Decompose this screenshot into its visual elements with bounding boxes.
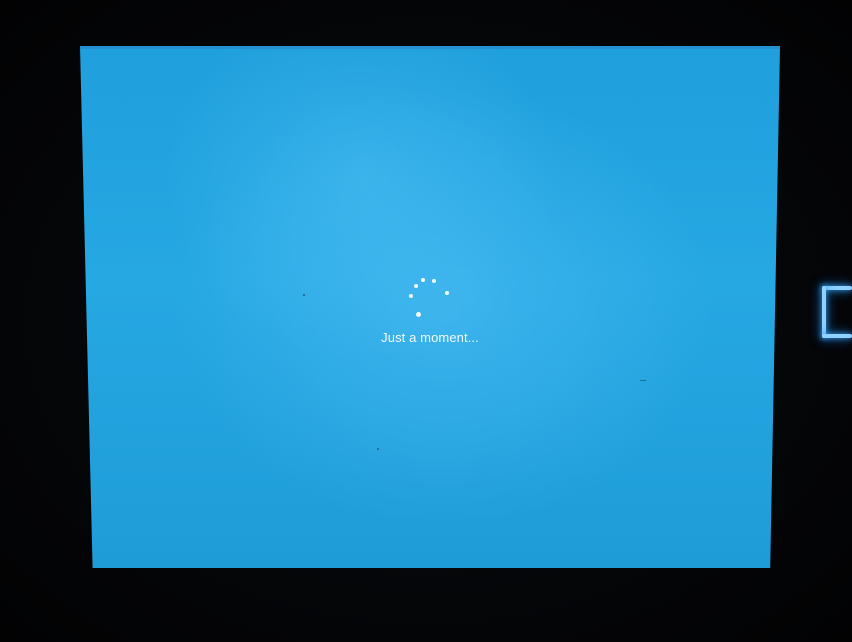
screen-speck [377, 448, 379, 450]
power-led-segment [822, 334, 852, 338]
screen-speck [640, 380, 646, 381]
power-led-segment [822, 286, 826, 338]
spinner-dot [445, 291, 449, 295]
spinner-dot [416, 312, 421, 317]
spinner-dot [432, 279, 436, 283]
power-led-segment [822, 286, 852, 290]
status-message: Just a moment... [381, 330, 479, 345]
spinner-dot [414, 284, 418, 288]
screen-top-edge [80, 46, 780, 49]
spinner-dot [409, 294, 413, 298]
screen-speck [303, 294, 305, 296]
spinner-dot [421, 278, 425, 282]
power-led-icon [820, 284, 852, 340]
loading-spinner-icon [404, 274, 454, 320]
